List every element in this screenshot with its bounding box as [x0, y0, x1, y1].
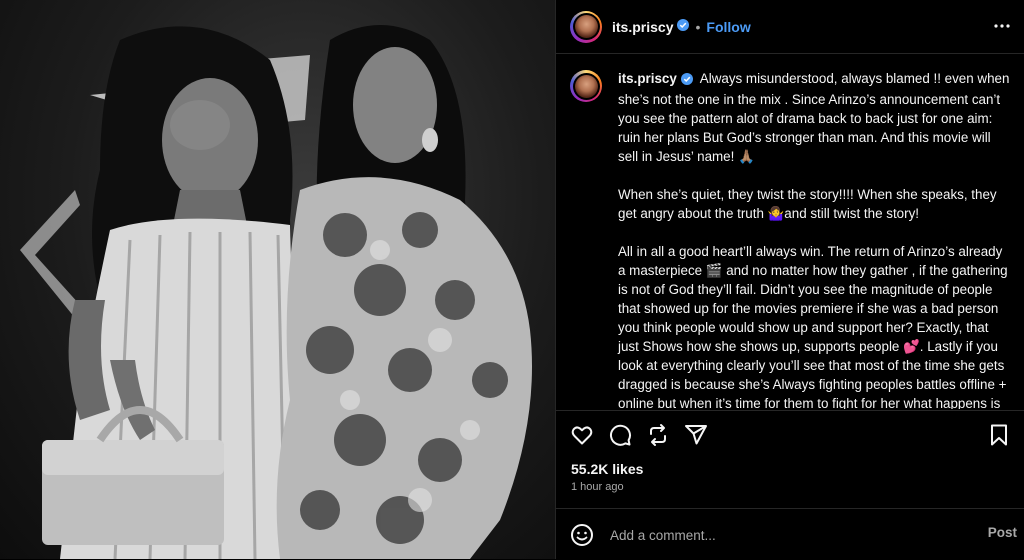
comment-bar: Post [556, 508, 1024, 560]
post-header: its.priscy • Follow [556, 0, 1024, 54]
caption-paragraph-2: When she’s quiet, they twist the story!!… [618, 187, 997, 221]
post-comment-button[interactable]: Post [988, 525, 1017, 540]
caption-paragraph-3: All in all a good heart’ll always win. T… [618, 244, 1008, 409]
caption-username-link[interactable]: its.priscy [618, 71, 677, 86]
more-horizontal-icon[interactable] [993, 17, 1011, 40]
caption-area: its.priscy Always misunderstood, always … [556, 54, 1024, 409]
post-panel: its.priscy • Follow its.priscy Always mi… [555, 0, 1024, 559]
photo-image [20, 25, 532, 559]
comment-input[interactable] [608, 523, 952, 547]
caption-text: its.priscy Always misunderstood, always … [618, 69, 1010, 409]
bookmark-icon[interactable] [987, 423, 1011, 452]
emoji-smiley-icon[interactable] [570, 523, 594, 552]
separator-dot: • [695, 18, 701, 35]
verified-badge-icon [677, 18, 690, 36]
avatar[interactable] [570, 10, 602, 43]
follow-button[interactable]: Follow [706, 19, 750, 35]
post-timestamp[interactable]: 1 hour ago [571, 481, 624, 493]
repost-icon[interactable] [646, 423, 670, 452]
heart-icon[interactable] [570, 423, 594, 452]
caption-verified-badge-icon [680, 71, 693, 90]
share-icon[interactable] [684, 423, 708, 452]
likes-count[interactable]: 55.2K likes [571, 461, 643, 477]
caption-avatar[interactable] [570, 70, 602, 102]
comment-icon[interactable] [608, 423, 632, 452]
action-bar [556, 410, 1024, 459]
post-photo[interactable] [0, 0, 555, 559]
username-link[interactable]: its.priscy [612, 19, 673, 35]
